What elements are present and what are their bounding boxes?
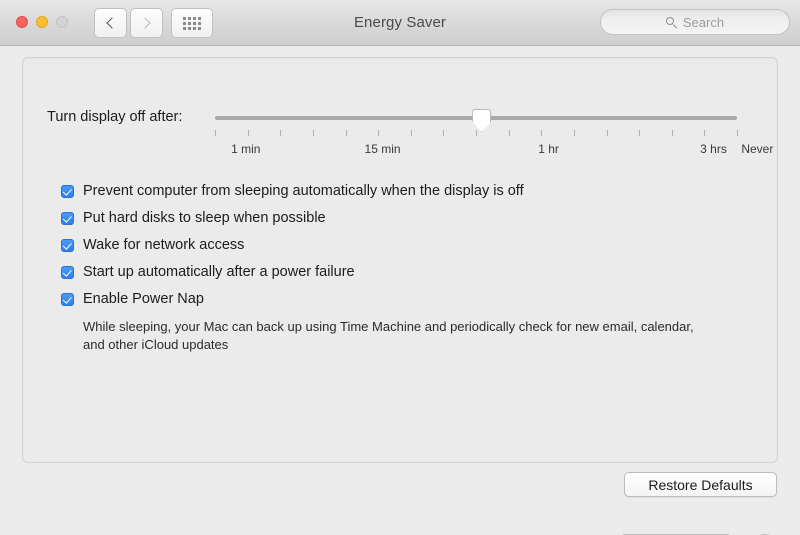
slider-thumb[interactable] xyxy=(472,109,492,132)
checkbox-row[interactable]: Enable Power Nap xyxy=(61,290,761,317)
slider-tick xyxy=(508,130,510,136)
window-content: Turn display off after: 1 min 15 min 1 hr 3… xyxy=(0,46,800,535)
slider-tick xyxy=(737,130,738,136)
checkbox-icon[interactable] xyxy=(61,266,74,279)
display-sleep-slider[interactable] xyxy=(215,109,737,132)
checkbox-row[interactable]: Prevent computer from sleeping automatic… xyxy=(61,182,761,209)
slider-tick xyxy=(541,130,543,136)
slider-tick-marks xyxy=(215,130,738,137)
checkbox-icon[interactable] xyxy=(61,293,74,306)
search-icon xyxy=(665,16,677,29)
slider-tick xyxy=(345,130,347,136)
slider-tick-labels: 1 min 15 min 1 hr 3 hrs Never xyxy=(23,142,779,158)
slider-tick xyxy=(215,130,216,136)
slider-tick xyxy=(280,130,282,136)
restore-defaults-button[interactable]: Restore Defaults xyxy=(624,472,777,497)
display-sleep-label: Turn display off after: xyxy=(47,109,183,125)
slider-tick xyxy=(671,130,673,136)
slider-tick xyxy=(704,130,706,136)
slider-tick xyxy=(476,130,477,136)
slider-tick xyxy=(247,130,249,136)
checkbox-label: Enable Power Nap xyxy=(83,291,204,307)
checkbox-row[interactable]: Put hard disks to sleep when possible xyxy=(61,209,761,236)
options-list: Prevent computer from sleeping automatic… xyxy=(61,182,761,354)
checkbox-label: Put hard disks to sleep when possible xyxy=(83,210,326,226)
slider-tick xyxy=(410,130,412,136)
slider-tick xyxy=(443,130,445,136)
energy-saver-window: Energy Saver Search Turn display off aft… xyxy=(0,0,800,535)
slider-tick xyxy=(639,130,641,136)
window-titlebar: Energy Saver Search xyxy=(0,0,800,46)
search-placeholder: Search xyxy=(682,14,725,30)
checkbox-label: Start up automatically after a power fai… xyxy=(83,264,355,280)
slider-tick xyxy=(378,130,380,136)
checkbox-label: Wake for network access xyxy=(83,237,245,253)
checkbox-label: Prevent computer from sleeping automatic… xyxy=(83,183,524,199)
slider-tick-label: 1 hr xyxy=(538,142,559,156)
slider-tick-label: 15 min xyxy=(364,142,401,156)
slider-tick-label: 1 min xyxy=(231,142,261,156)
settings-panel: Turn display off after: 1 min 15 min 1 hr 3… xyxy=(22,57,779,497)
slider-tick-label: Never xyxy=(741,142,774,156)
slider-tick xyxy=(606,130,608,136)
slider-tick xyxy=(312,130,314,136)
search-field[interactable]: Search xyxy=(600,9,790,35)
slider-tick xyxy=(573,130,575,136)
checkbox-description: While sleeping, your Mac can back up usi… xyxy=(83,319,694,352)
checkbox-row[interactable]: Wake for network access xyxy=(61,236,761,263)
checkbox-icon[interactable] xyxy=(61,212,74,225)
checkbox-icon[interactable] xyxy=(61,185,74,198)
checkbox-icon[interactable] xyxy=(61,239,74,252)
slider-tick-label: 3 hrs xyxy=(700,142,727,156)
checkbox-row[interactable]: Start up automatically after a power fai… xyxy=(61,263,761,290)
